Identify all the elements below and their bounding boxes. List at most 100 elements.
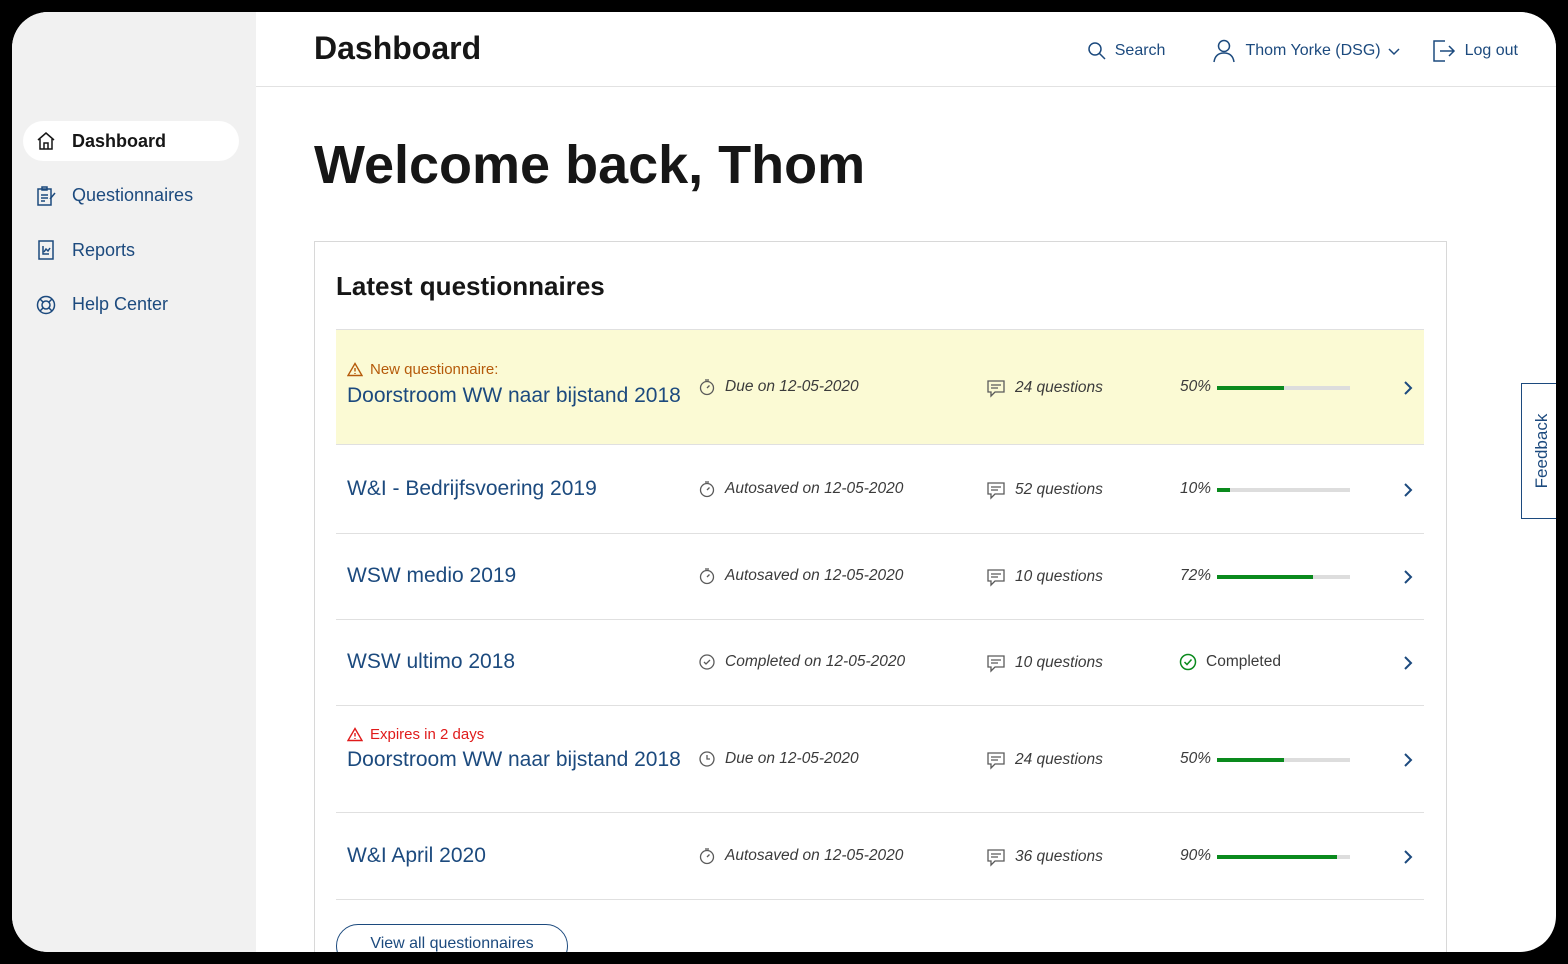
home-icon: [35, 130, 57, 152]
sidebar-item-help-center[interactable]: Help Center: [23, 285, 239, 325]
date-text: Due on 12-05-2020: [725, 749, 859, 767]
comment-icon: [987, 848, 1005, 867]
sidebar-item-questionnaires[interactable]: Questionnaires: [23, 176, 239, 216]
chevron-down-icon: [1388, 48, 1400, 56]
questionnaire-list: New questionnaire: Doorstroom WW naar bij…: [336, 329, 1424, 900]
questionnaire-row[interactable]: WSW ultimo 2018 Completed on 12-05-2020 10…: [336, 620, 1424, 706]
welcome-heading: Welcome back, Thom: [314, 135, 866, 195]
questionnaire-title[interactable]: Doorstroom WW naar bijstand 2018: [347, 384, 681, 408]
questionnaire-title[interactable]: W&I - Bedrijfsvoering 2019: [347, 477, 597, 501]
warning-icon: [347, 726, 363, 741]
sidebar-item-label: Help Center: [72, 294, 169, 314]
date-text: Due on 12-05-2020: [725, 377, 859, 395]
page-title: Dashboard: [314, 30, 482, 66]
progress-percentage: 50%: [1180, 749, 1212, 767]
progress-percentage: 10%: [1180, 479, 1212, 497]
sidebar-item-reports[interactable]: Reports: [23, 230, 239, 270]
comment-icon: [987, 379, 1005, 398]
date-text: Autosaved on 12-05-2020: [725, 567, 904, 584]
date-info: Due on 12-05-2020: [698, 378, 859, 396]
sidebar-item-label: Reports: [72, 239, 136, 260]
comment-icon: [987, 569, 1005, 587]
progress-bar: [1217, 385, 1350, 390]
comment-icon: [987, 655, 1005, 673]
chevron-right-icon: [1404, 656, 1413, 670]
progress-bar-fill: [1217, 757, 1284, 762]
progress-percentage: 72%: [1180, 567, 1212, 584]
progress-bar: [1217, 757, 1350, 762]
date-info: Due on 12-05-2020: [698, 750, 859, 768]
search-icon: [1088, 42, 1106, 60]
open-questionnaire-chevron[interactable]: [1402, 849, 1414, 870]
progress-bar: [1217, 854, 1350, 859]
question-count: 52 questions: [986, 480, 1103, 500]
question-count-text: 10 questions: [1015, 654, 1103, 671]
progress-bar-fill: [1217, 487, 1231, 492]
sidebar-item-dashboard[interactable]: Dashboard: [23, 121, 239, 161]
logout-label: Log out: [1464, 42, 1518, 59]
lifebuoy-icon: [35, 294, 57, 316]
date-info: Autosaved on 12-05-2020: [698, 567, 903, 585]
questionnaire-title[interactable]: Doorstroom WW naar bijstand 2018: [347, 748, 681, 772]
question-count: 24 questions: [986, 378, 1103, 398]
status-badge: Completed: [1179, 653, 1281, 671]
status-text: Completed: [1206, 653, 1281, 670]
feedback-tab[interactable]: Feedback: [1521, 383, 1556, 519]
sidebar-item-label: Questionnaires: [72, 185, 194, 205]
sidebar-nav: Dashboard Questionnaires Reports Help Ce…: [23, 121, 239, 339]
user-menu[interactable]: Thom Yorke (DSG): [1211, 38, 1400, 64]
comment-icon: [987, 751, 1005, 770]
questionnaire-row[interactable]: WSW medio 2019 Autosaved on 12-05-2020 10 …: [336, 534, 1424, 620]
card-title: Latest questionnaires: [336, 271, 605, 301]
question-count-text: 36 questions: [1015, 847, 1103, 865]
questionnaire-title[interactable]: W&I April 2020: [347, 844, 486, 868]
checkmark-icon: [699, 654, 715, 670]
progress-percentage: 50%: [1180, 377, 1212, 395]
open-questionnaire-chevron[interactable]: [1402, 655, 1414, 676]
chevron-right-icon: [1404, 482, 1413, 497]
question-count-text: 24 questions: [1015, 378, 1103, 396]
alert-text: Expires in 2 days: [370, 725, 485, 743]
chevron-right-icon: [1404, 752, 1413, 767]
user-icon: [1213, 39, 1236, 63]
report-icon: [35, 239, 57, 261]
questionnaire-title[interactable]: WSW ultimo 2018: [347, 650, 515, 674]
progress-bar-fill: [1217, 575, 1313, 579]
question-count: 24 questions: [986, 750, 1103, 770]
view-all-questionnaires-button[interactable]: View all questionnaires: [336, 924, 568, 952]
logout-icon: [1432, 40, 1455, 62]
chevron-right-icon: [1404, 849, 1413, 864]
feedback-label: Feedback: [1531, 413, 1551, 489]
top-actions: Search Thom Yorke (DSG) Log out: [1087, 38, 1518, 64]
alert-text: New questionnaire:: [370, 360, 499, 378]
questionnaire-title[interactable]: WSW medio 2019: [347, 564, 516, 588]
comment-icon: [987, 481, 1005, 500]
alert-label: New questionnaire:: [347, 361, 498, 378]
top-bar: Dashboard Search Thom Yorke (DSG) Log ou…: [256, 12, 1556, 87]
chevron-right-icon: [1404, 380, 1413, 395]
question-count: 36 questions: [986, 847, 1103, 867]
questionnaire-row[interactable]: Expires in 2 days Doorstroom WW naar bijs…: [336, 706, 1424, 813]
timer-icon: [699, 847, 715, 864]
progress-bar: [1217, 575, 1350, 579]
progress-percentage: 90%: [1180, 846, 1212, 864]
alert-label: Expires in 2 days: [347, 726, 484, 743]
latest-questionnaires-card: Latest questionnaires New questionnaire:…: [314, 241, 1447, 952]
questionnaire-row[interactable]: New questionnaire: Doorstroom WW naar bij…: [336, 330, 1424, 445]
date-info: Autosaved on 12-05-2020: [698, 480, 903, 498]
search-button[interactable]: Search: [1087, 41, 1166, 61]
logout-button[interactable]: Log out: [1431, 38, 1518, 64]
open-questionnaire-chevron[interactable]: [1402, 380, 1414, 401]
search-label: Search: [1114, 42, 1166, 59]
question-count: 10 questions: [986, 653, 1103, 673]
questionnaire-row[interactable]: W&I April 2020 Autosaved on 12-05-2020 36 …: [336, 813, 1424, 900]
question-count-text: 52 questions: [1015, 480, 1103, 498]
questionnaire-icon: [35, 185, 57, 207]
open-questionnaire-chevron[interactable]: [1402, 482, 1414, 503]
open-questionnaire-chevron[interactable]: [1402, 569, 1414, 590]
user-name: Thom Yorke (DSG): [1245, 42, 1381, 59]
timer-icon: [699, 568, 715, 585]
questionnaire-row[interactable]: W&I - Bedrijfsvoering 2019 Autosaved on 1…: [336, 445, 1424, 534]
progress-bar-fill: [1217, 385, 1284, 390]
open-questionnaire-chevron[interactable]: [1402, 752, 1414, 773]
